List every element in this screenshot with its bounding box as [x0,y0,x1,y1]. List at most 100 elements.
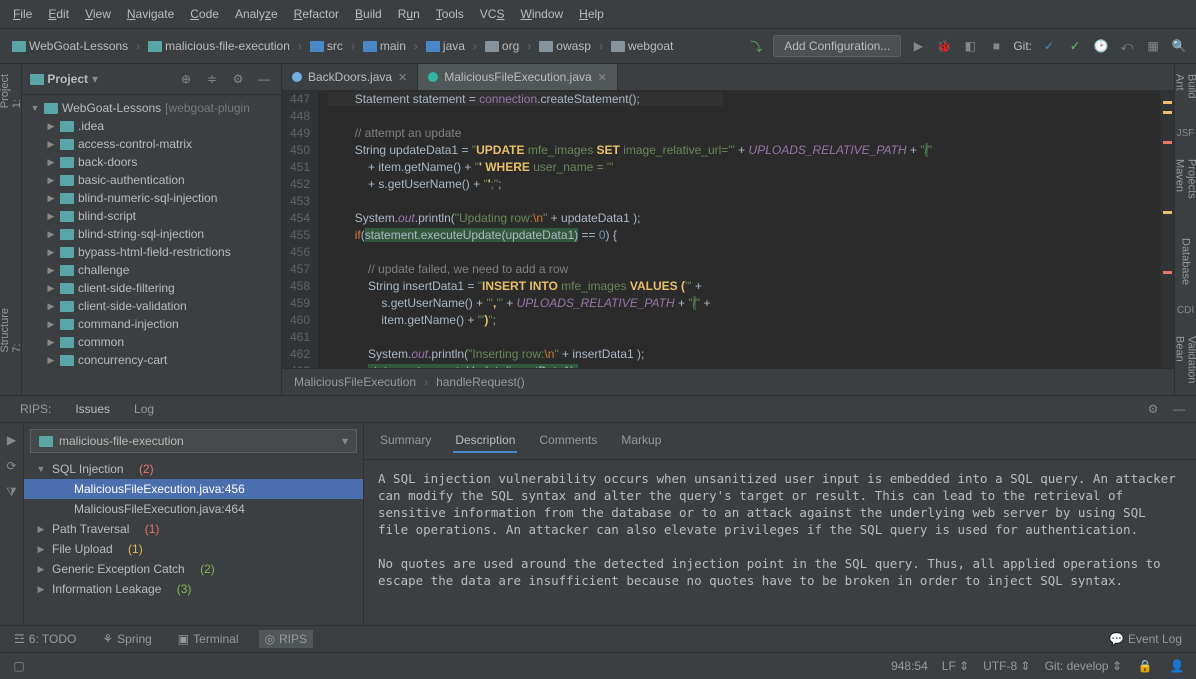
menu-code[interactable]: Code [183,4,226,24]
vcs-update-icon[interactable]: ✓ [1040,37,1058,55]
rail-project[interactable]: 1: Project [0,74,23,108]
issue-file-464[interactable]: MaliciousFileExecution.java:464 [24,499,363,519]
tree-item[interactable]: ▶basic-authentication [22,171,281,189]
refresh-icon[interactable]: ⟳ [3,457,21,475]
locate-icon[interactable]: ⊕ [177,70,195,88]
search-icon[interactable]: 🔍 [1170,37,1188,55]
rips-tab-log[interactable]: Log [122,396,166,422]
tree-item[interactable]: ▶client-side-validation [22,297,281,315]
menu-analyze[interactable]: Analyze [228,4,285,24]
bc-main[interactable]: main [359,37,410,55]
project-structure-icon[interactable]: ▦ [1144,37,1162,55]
desc-tab-description[interactable]: Description [453,429,517,453]
close-tab-icon[interactable]: ✕ [598,71,607,84]
tw-terminal[interactable]: ▣ Terminal [172,630,245,648]
tree-item[interactable]: ▶access-control-matrix [22,135,281,153]
desc-tab-markup[interactable]: Markup [619,429,663,453]
rips-tab-issues[interactable]: Issues [63,396,122,422]
tree-item[interactable]: ▶command-injection [22,315,281,333]
project-view-title[interactable]: Project [47,72,88,86]
file-encoding[interactable]: UTF-8 ⇕ [983,659,1030,673]
rail-ant[interactable]: Ant Build [1174,74,1196,108]
error-stripe[interactable] [1160,91,1174,368]
close-tab-icon[interactable]: ✕ [398,71,407,84]
bc-root[interactable]: WebGoat-Lessons [8,37,132,55]
menu-file[interactable]: File [6,4,39,24]
vcs-commit-icon[interactable]: ✓ [1066,37,1084,55]
bc-src[interactable]: src [306,37,347,55]
menu-run[interactable]: Run [391,4,427,24]
line-separator[interactable]: LF ⇕ [942,659,969,673]
menu-build[interactable]: Build [348,4,389,24]
tree-item[interactable]: ▶back-doors [22,153,281,171]
tab-maliciousfileexecution[interactable]: MaliciousFileExecution.java ✕ [418,64,618,90]
vcs-revert-icon[interactable]: ⤺ [1118,37,1136,55]
tree-item[interactable]: ▶concurrency-cart [22,351,281,369]
bc-org[interactable]: org [481,37,523,55]
tab-backdoors[interactable]: BackDoors.java ✕ [282,64,418,90]
bc-webgoat[interactable]: webgoat [607,37,677,55]
rail-bean[interactable]: Bean Validation [1174,336,1196,395]
rips-scope-dropdown[interactable]: malicious-file-execution ▾ [30,429,357,453]
hector-icon[interactable]: 👤 [1168,657,1186,675]
rail-cdi[interactable]: CDI [1177,305,1194,316]
rips-issue-tree[interactable]: ▼SQL Injection (2) MaliciousFileExecutio… [24,459,363,625]
rail-database[interactable]: Database [1180,238,1192,285]
bc-owasp[interactable]: owasp [535,37,595,55]
issue-path-traversal[interactable]: ▶Path Traversal (1) [24,519,363,539]
stop-icon[interactable]: ■ [987,37,1005,55]
menu-window[interactable]: Window [513,4,570,24]
tw-todo[interactable]: ☲ 6: TODO [8,630,82,648]
git-branch[interactable]: Git: develop ⇕ [1045,659,1122,673]
run-icon[interactable]: ▶ [909,37,927,55]
issue-sql-injection[interactable]: ▼SQL Injection (2) [24,459,363,479]
tree-item[interactable]: ▶common [22,333,281,351]
tree-item[interactable]: ▶bypass-html-field-restrictions [22,243,281,261]
tree-item[interactable]: ▶.idea [22,117,281,135]
tree-item[interactable]: ▶blind-string-sql-injection [22,225,281,243]
menu-help[interactable]: Help [572,4,611,24]
desc-tab-summary[interactable]: Summary [378,429,433,453]
issue-info-leakage[interactable]: ▶Information Leakage (3) [24,579,363,599]
menu-tools[interactable]: Tools [429,4,471,24]
coverage-icon[interactable]: ◧ [961,37,979,55]
tree-item[interactable]: ▶blind-numeric-sql-injection [22,189,281,207]
tree-item[interactable]: ▶blind-script [22,207,281,225]
gear-icon[interactable]: ⚙ [1144,400,1162,418]
menu-edit[interactable]: Edit [41,4,76,24]
code-editor[interactable]: Statement statement = connection.createS… [318,91,1160,368]
filter-icon[interactable]: ⧩ [3,483,21,501]
tree-item[interactable]: ▶challenge [22,261,281,279]
tree-item[interactable]: ▶client-side-filtering [22,279,281,297]
collapse-icon[interactable]: ≑ [203,70,221,88]
rail-maven[interactable]: Maven Projects [1174,159,1196,218]
issue-file-upload[interactable]: ▶File Upload (1) [24,539,363,559]
lock-icon[interactable]: 🔒 [1136,657,1154,675]
rail-jsf[interactable]: JSF [1177,128,1195,139]
debug-icon[interactable]: 🐞 [935,37,953,55]
expand-icon[interactable]: ▶ [3,431,21,449]
desc-tab-comments[interactable]: Comments [537,429,599,453]
vcs-history-icon[interactable]: 🕑 [1092,37,1110,55]
line-gutter[interactable]: 4474484494504514524534544554564574584594… [282,91,318,368]
build-icon[interactable]: ⤵ [747,37,765,55]
tw-rips[interactable]: ◎ RIPS [259,630,314,648]
tw-spring[interactable]: ⚘ Spring [96,630,157,648]
tree-root[interactable]: ▼ WebGoat-Lessons [webgoat-plugin [22,99,281,117]
event-log-button[interactable]: 💬 Event Log [1103,630,1188,648]
rail-structure[interactable]: 7: Structure [0,308,23,353]
project-tree[interactable]: ▼ WebGoat-Lessons [webgoat-plugin ▶.idea… [22,95,281,395]
menu-refactor[interactable]: Refactor [287,4,346,24]
run-config-button[interactable]: Add Configuration... [773,35,901,57]
cursor-position[interactable]: 948:54 [891,659,928,673]
issue-generic-exception[interactable]: ▶Generic Exception Catch (2) [24,559,363,579]
breadcrumb-bar[interactable]: MaliciousFileExecution›handleRequest() [282,368,1174,395]
hide-icon[interactable]: — [1170,400,1188,418]
bc-module[interactable]: malicious-file-execution [144,37,294,55]
menu-view[interactable]: View [78,4,118,24]
chevron-down-icon[interactable]: ▾ [92,72,98,86]
hide-icon[interactable]: — [255,70,273,88]
menu-navigate[interactable]: Navigate [120,4,181,24]
bc-java[interactable]: java [422,37,469,55]
menu-vcs[interactable]: VCS [473,4,512,24]
